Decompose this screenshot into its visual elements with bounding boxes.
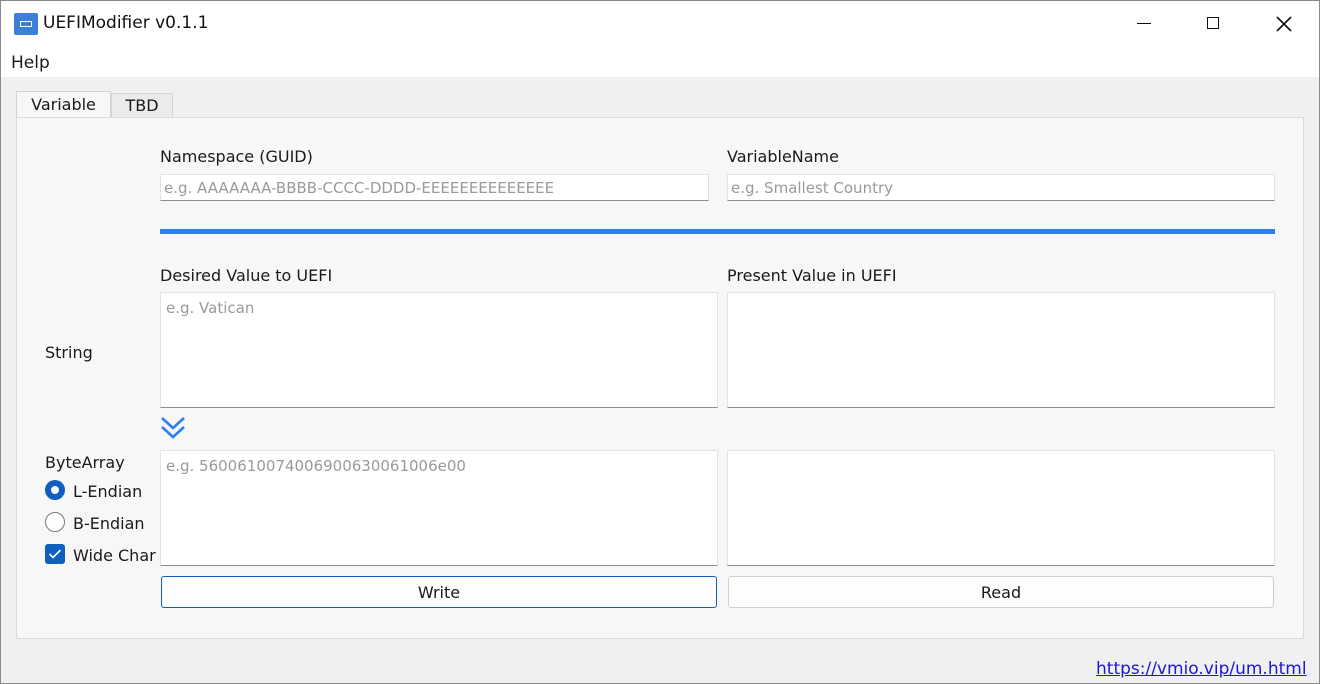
tab-variable[interactable]: Variable [16,91,111,118]
string-row-label: String [45,343,93,362]
b-endian-label[interactable]: B-Endian [73,514,145,533]
website-link[interactable]: https://vmio.vip/um.html [1096,659,1307,679]
wide-char-label[interactable]: Wide Char [73,546,156,565]
minimize-button[interactable] [1109,1,1179,47]
namespace-label: Namespace (GUID) [160,147,313,166]
window-title: UEFIModifier v0.1.1 [43,13,209,33]
maximize-button[interactable] [1179,1,1249,47]
double-chevron-down-icon [161,417,185,439]
l-endian-radio[interactable] [45,480,65,500]
menu-bar: Help [1,47,1319,77]
close-button[interactable] [1249,1,1319,47]
close-icon [1276,16,1292,32]
present-value-label: Present Value in UEFI [727,266,897,285]
app-icon [14,13,38,35]
tab-tbd[interactable]: TBD [111,93,173,117]
checkmark-icon [48,549,62,559]
l-endian-label[interactable]: L-Endian [73,482,142,501]
title-bar[interactable]: UEFIModifier v0.1.1 [1,1,1319,47]
namespace-input[interactable] [160,174,709,201]
read-button[interactable]: Read [728,576,1274,608]
string-present-output[interactable] [727,292,1275,408]
menu-help[interactable]: Help [11,53,50,73]
bytearray-desired-input[interactable] [160,450,718,566]
variable-name-label: VariableName [727,147,839,166]
bytearray-row-label: ByteArray [45,453,125,472]
desired-value-label: Desired Value to UEFI [160,266,333,285]
app-window: UEFIModifier v0.1.1 Help Variable TBD Na… [0,0,1320,684]
wide-char-checkbox[interactable] [45,544,65,564]
variable-name-input[interactable] [727,174,1275,201]
write-button[interactable]: Write [161,576,717,608]
bytearray-present-output[interactable] [727,450,1275,566]
b-endian-radio[interactable] [45,512,65,532]
string-desired-input[interactable] [160,292,718,408]
section-divider [160,229,1275,234]
